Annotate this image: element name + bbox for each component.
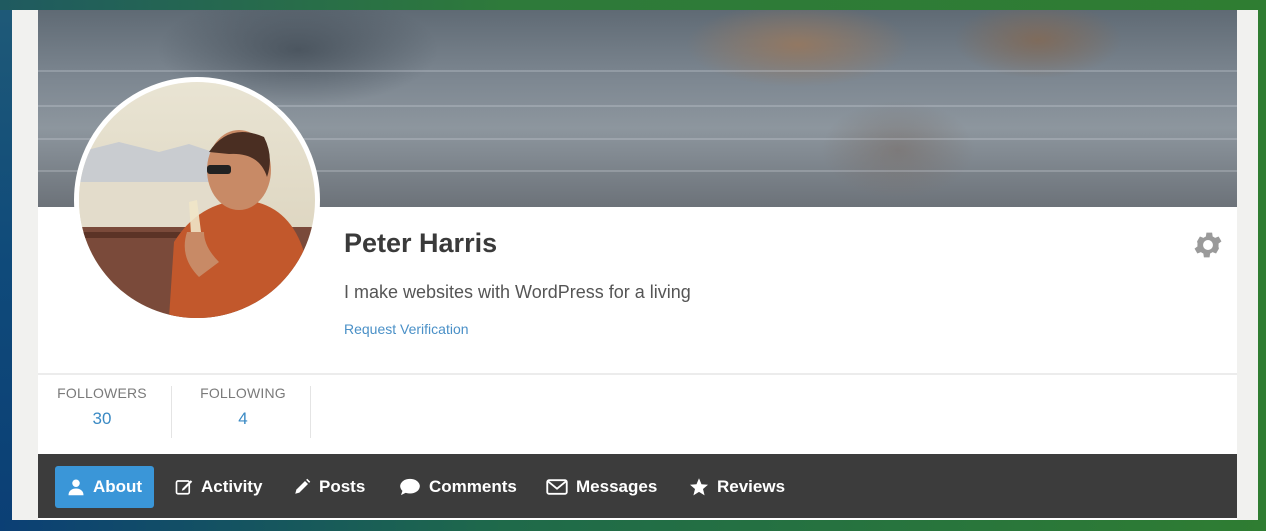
frame-right bbox=[1258, 0, 1266, 531]
followers-label: FOLLOWERS bbox=[57, 385, 147, 401]
profile-card: Peter Harris I make websites with WordPr… bbox=[38, 10, 1237, 520]
tab-comments[interactable]: Comments bbox=[387, 466, 529, 508]
envelope-icon bbox=[546, 479, 568, 495]
stat-divider bbox=[310, 386, 311, 438]
profile-bio: I make websites with WordPress for a liv… bbox=[344, 282, 691, 302]
edit-icon bbox=[175, 480, 193, 495]
profile-navbar: About Activity Posts Comments Messages R… bbox=[38, 454, 1237, 518]
tab-posts-label: Posts bbox=[319, 477, 366, 496]
tab-reviews-label: Reviews bbox=[717, 477, 786, 496]
tab-about[interactable]: About bbox=[55, 466, 155, 508]
tab-messages[interactable]: Messages bbox=[534, 466, 669, 508]
followers-count[interactable]: 30 bbox=[42, 409, 162, 429]
frame-bottom bbox=[0, 520, 1266, 531]
profile-name: Peter Harris bbox=[344, 228, 498, 258]
star-icon bbox=[690, 478, 708, 496]
tab-about-label: About bbox=[93, 477, 143, 496]
tab-activity-label: Activity bbox=[201, 477, 263, 496]
page-background: Peter Harris I make websites with WordPr… bbox=[12, 10, 1258, 520]
stat-divider bbox=[171, 386, 172, 438]
frame-top bbox=[0, 0, 1266, 10]
avatar[interactable] bbox=[74, 77, 320, 323]
following-label: FOLLOWING bbox=[200, 385, 286, 401]
stats-separator bbox=[38, 373, 1237, 375]
frame-left bbox=[0, 0, 12, 531]
following-count[interactable]: 4 bbox=[183, 409, 303, 429]
avatar-photo bbox=[79, 82, 315, 318]
following-stat[interactable]: FOLLOWING 4 bbox=[183, 385, 303, 429]
pencil-icon bbox=[295, 478, 311, 494]
tab-comments-label: Comments bbox=[429, 477, 517, 496]
request-verification-link[interactable]: Request Verification bbox=[344, 321, 469, 337]
settings-gear-icon[interactable] bbox=[1191, 228, 1225, 262]
tab-messages-label: Messages bbox=[576, 477, 658, 496]
tab-activity[interactable]: Activity bbox=[163, 466, 274, 508]
user-icon bbox=[68, 479, 84, 496]
tab-posts[interactable]: Posts bbox=[281, 466, 377, 508]
followers-stat[interactable]: FOLLOWERS 30 bbox=[42, 385, 162, 429]
tab-reviews[interactable]: Reviews bbox=[677, 466, 797, 508]
speech-bubble-icon bbox=[400, 478, 420, 496]
